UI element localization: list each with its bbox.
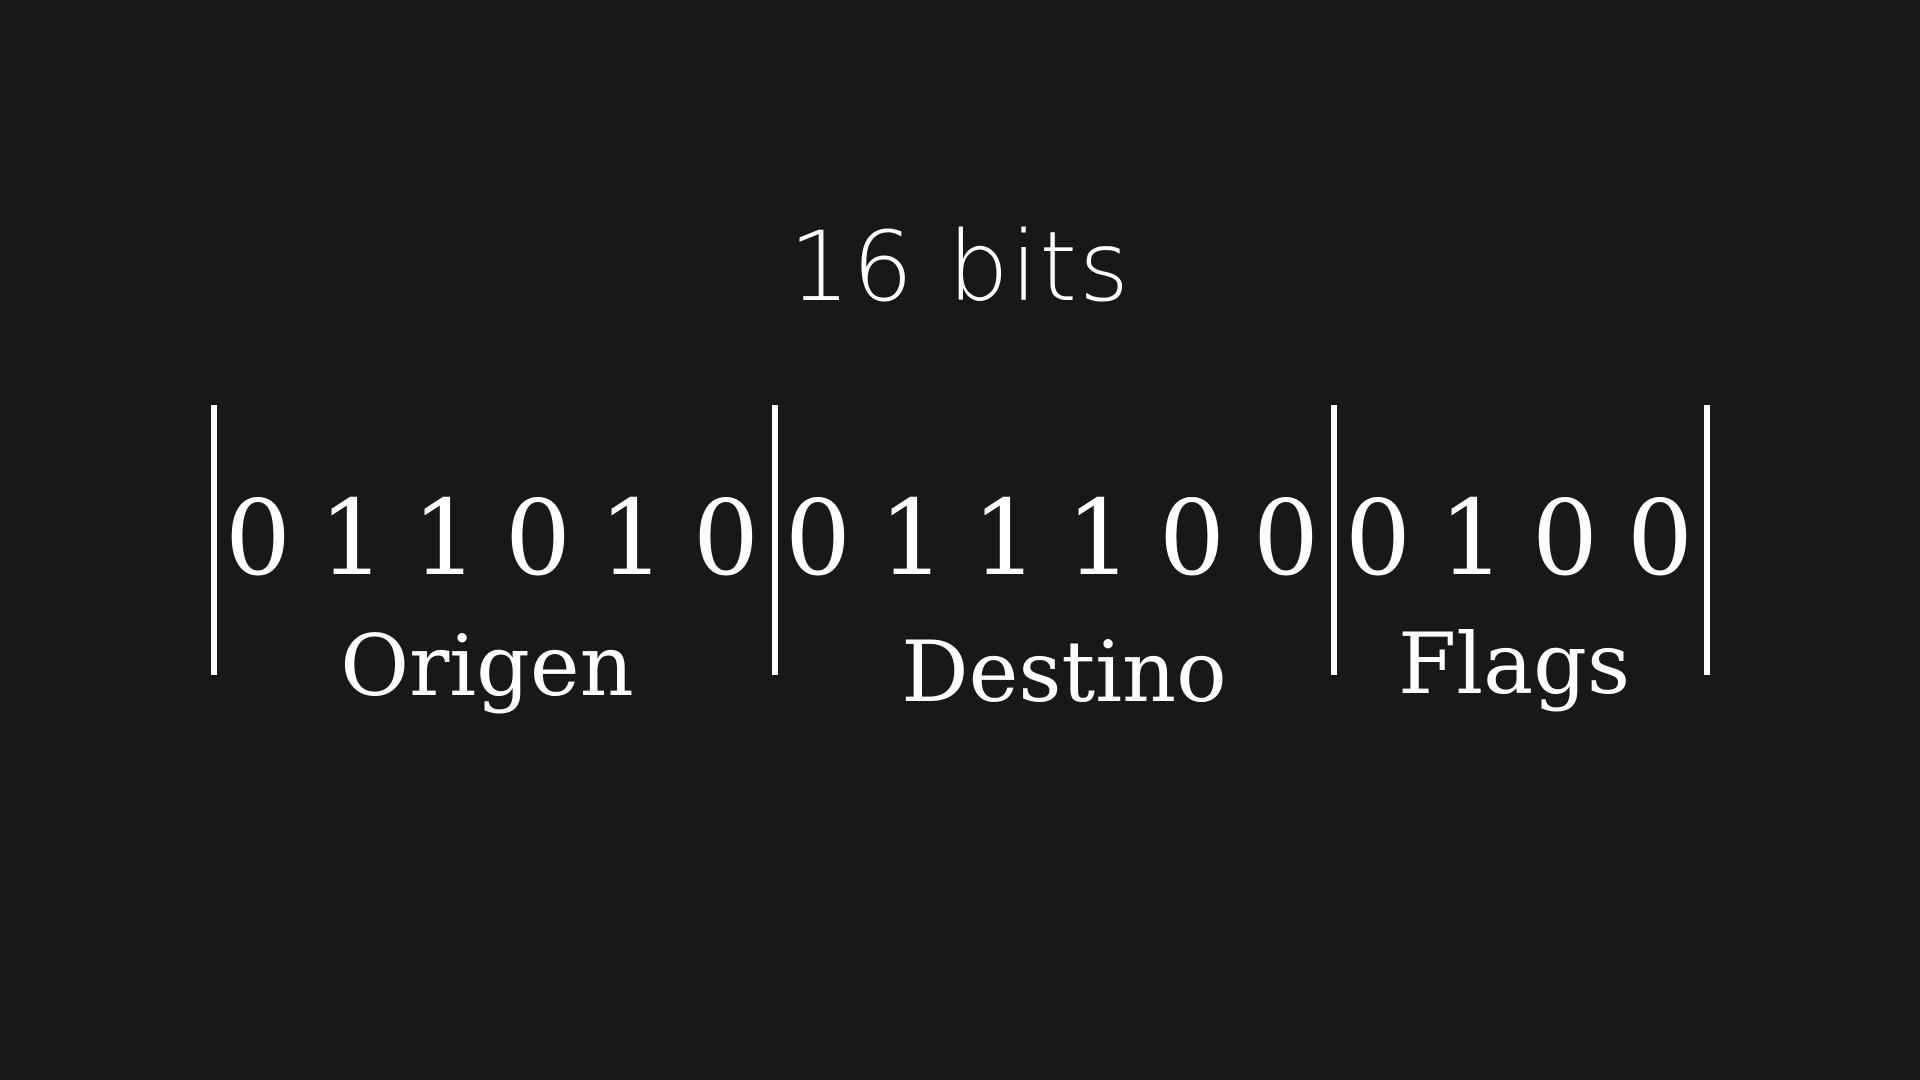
bit-origen-0: 0 xyxy=(224,477,292,599)
bit-origen-5: 0 xyxy=(692,477,760,599)
bit-destino-4: 0 xyxy=(1158,477,1226,599)
field-label-flags: Flags xyxy=(1397,615,1631,713)
bit-flags-0: 0 xyxy=(1344,477,1412,599)
field-divider-origen-destino xyxy=(772,405,778,675)
bit-origen-1: 1 xyxy=(318,477,386,599)
bit-origen-4: 1 xyxy=(598,477,666,599)
bit-flags-2: 0 xyxy=(1531,477,1599,599)
bit-destino-1: 1 xyxy=(878,477,946,599)
field-label-destino: Destino xyxy=(901,623,1227,721)
bit-destino-2: 1 xyxy=(971,477,1039,599)
bit-destino-0: 0 xyxy=(784,477,852,599)
bit-destino-5: 0 xyxy=(1252,477,1320,599)
diagram-title: 16 bits xyxy=(789,211,1131,323)
bit-flags-3: 0 xyxy=(1626,477,1694,599)
bit-flags-1: 1 xyxy=(1438,477,1506,599)
diagram-canvas: 16 bits 0 1 1 0 1 0 0 1 1 1 0 0 0 1 0 0 … xyxy=(0,0,1920,1080)
field-label-origen: Origen xyxy=(340,617,634,715)
bit-origen-2: 1 xyxy=(411,477,479,599)
bit-destino-3: 1 xyxy=(1065,477,1133,599)
bit-origen-3: 0 xyxy=(504,477,572,599)
field-divider-left xyxy=(211,405,217,675)
